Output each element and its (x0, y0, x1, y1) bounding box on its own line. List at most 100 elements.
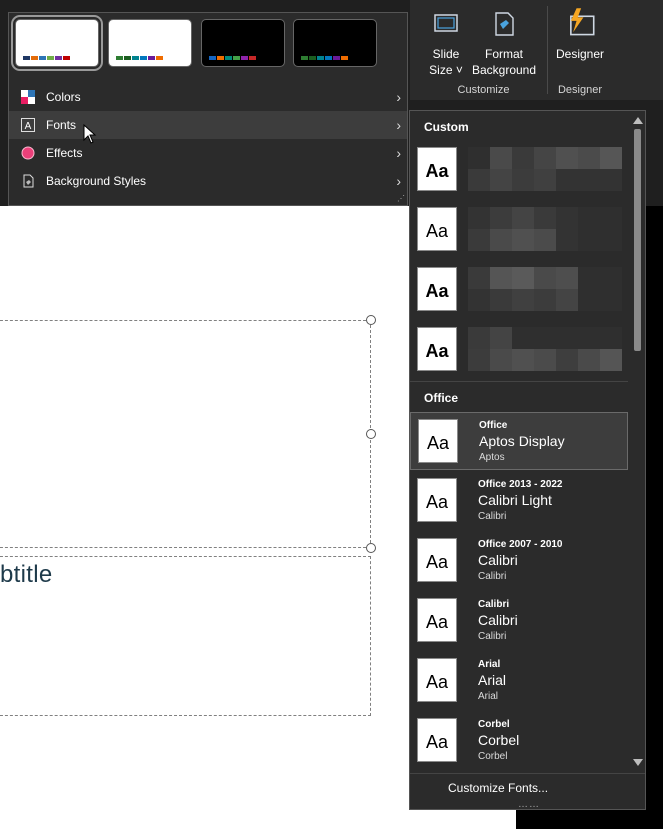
font-item-calibri[interactable]: Aa Calibri Calibri Calibri (410, 592, 628, 650)
designer-icon (570, 8, 595, 36)
group-designer-label: Designer (557, 84, 603, 96)
variant-color-bars (23, 56, 70, 60)
office-section-header: Office (424, 391, 459, 405)
body-font: Calibri (478, 571, 507, 582)
menu-item-label: Fonts (46, 118, 77, 132)
custom-font-item[interactable]: Aa (410, 201, 628, 259)
redacted-font-names (468, 267, 622, 311)
chevron-right-icon: › (396, 145, 401, 161)
chevron-right-icon: › (396, 173, 401, 189)
footer-divider (410, 773, 645, 774)
section-divider (410, 381, 628, 382)
format-background-button[interactable]: Format Background (468, 10, 540, 78)
fonts-scrollbar[interactable] (630, 111, 645, 771)
scroll-down-icon[interactable] (633, 759, 643, 766)
font-item-arial[interactable]: Aa Arial Arial Arial (410, 652, 628, 710)
format-background-icon (495, 12, 514, 36)
font-preview: Aa (417, 267, 457, 311)
ribbon-separator (547, 6, 548, 94)
font-item-corbel[interactable]: Aa Corbel Corbel Corbel (410, 712, 628, 770)
menu-item-label: Background Styles (46, 174, 147, 188)
redacted-font-names (468, 147, 622, 191)
font-theme-name: Arial (478, 659, 501, 670)
font-item-office-2007-2010[interactable]: Aa Office 2007 - 2010 Calibri Calibri (410, 532, 628, 590)
slide-size-label-line1: Slide (432, 47, 460, 61)
custom-font-item[interactable]: Aa (410, 261, 628, 319)
redacted-font-names (468, 207, 622, 251)
font-preview: Aa (417, 147, 457, 191)
heading-font: Aptos Display (479, 433, 565, 449)
format-background-label-line1: Format (484, 47, 523, 61)
heading-font: Arial (478, 672, 507, 688)
font-theme-name: Office (479, 420, 508, 431)
variant-color-bars (116, 56, 163, 60)
resize-grip-icon[interactable]: …… (518, 799, 540, 810)
menu-item-effects[interactable]: Effects › (9, 139, 407, 167)
font-preview: Aa (417, 327, 457, 371)
font-theme-name: Office 2013 - 2022 (478, 479, 563, 490)
scroll-up-icon[interactable] (633, 117, 643, 124)
variant-thumbnail-3[interactable] (201, 19, 285, 67)
svg-text:A: A (25, 121, 32, 132)
font-preview: Aa (417, 478, 457, 522)
format-background-label-line2: Background (471, 63, 537, 77)
custom-font-item[interactable]: Aa (410, 321, 628, 379)
body-font: Aptos (479, 452, 505, 463)
colors-icon (21, 90, 35, 104)
body-font: Corbel (478, 751, 508, 762)
heading-font: Calibri Light (478, 492, 552, 508)
font-preview: Aa (418, 419, 458, 463)
ribbon-customize-area: Slide Size ˅ Format Background Designer … (410, 0, 663, 100)
menu-item-label: Effects (46, 146, 83, 160)
variant-thumbnail-2[interactable] (108, 19, 192, 67)
custom-section-header: Custom (424, 120, 469, 134)
resize-handle-bottom-right[interactable] (366, 543, 376, 553)
menu-item-label: Colors (46, 90, 81, 104)
font-item-office-2013-2022[interactable]: Aa Office 2013 - 2022 Calibri Light Cali… (410, 472, 628, 530)
fonts-flyout: Custom Aa Aa Aa Aa Office Aa Office Apto… (409, 110, 646, 810)
mouse-cursor-icon (83, 124, 97, 144)
body-font: Calibri (478, 511, 507, 522)
menu-item-fonts[interactable]: A Fonts › (9, 111, 407, 139)
font-theme-name: Office 2007 - 2010 (478, 539, 563, 550)
menu-item-background-styles[interactable]: Background Styles › (9, 167, 407, 195)
subtitle-text[interactable]: btitle (0, 561, 53, 589)
variants-dropdown: Colors › A Fonts › Effects › Background … (8, 12, 408, 206)
slide-size-label-line2: Size ˅ (429, 63, 463, 77)
slide-size-icon (434, 14, 458, 32)
variant-thumbnail-4[interactable] (293, 19, 377, 67)
slide-size-button[interactable]: Slide Size ˅ (422, 10, 470, 78)
font-theme-name: Corbel (478, 719, 510, 730)
designer-button[interactable]: Designer (553, 6, 607, 62)
variant-color-bars (301, 56, 348, 60)
font-theme-name: Calibri (478, 599, 510, 610)
resize-handle-mid-right[interactable] (366, 429, 376, 439)
heading-font: Calibri (478, 612, 518, 628)
chevron-right-icon: › (396, 117, 401, 133)
variant-color-bars (209, 56, 256, 60)
background-styles-icon (23, 174, 34, 188)
resize-handle-top-right[interactable] (366, 315, 376, 325)
variant-thumbnails (9, 13, 407, 77)
custom-font-item[interactable]: Aa (410, 141, 628, 199)
designer-label: Designer (555, 47, 605, 61)
font-item-office[interactable]: Aa Office Aptos Display Aptos (410, 412, 628, 470)
effects-icon (21, 146, 35, 160)
resize-grip-icon[interactable]: ⋰ (397, 194, 405, 203)
heading-font: Calibri (478, 552, 518, 568)
variant-thumbnail-1[interactable] (11, 15, 103, 71)
redacted-font-names (468, 327, 622, 371)
group-customize-label: Customize (457, 84, 510, 96)
body-font: Calibri (478, 631, 507, 642)
font-preview: Aa (417, 718, 457, 762)
customize-fonts-button[interactable]: Customize Fonts... (448, 781, 548, 795)
body-font: Arial (478, 691, 499, 702)
menu-item-colors[interactable]: Colors › (9, 83, 407, 111)
subtitle-placeholder[interactable] (0, 556, 371, 716)
chevron-right-icon: › (396, 89, 401, 105)
title-placeholder[interactable] (0, 320, 371, 548)
scrollbar-thumb[interactable] (634, 129, 641, 351)
fonts-icon: A (21, 118, 35, 132)
font-preview: Aa (417, 658, 457, 702)
font-preview: Aa (417, 207, 457, 251)
